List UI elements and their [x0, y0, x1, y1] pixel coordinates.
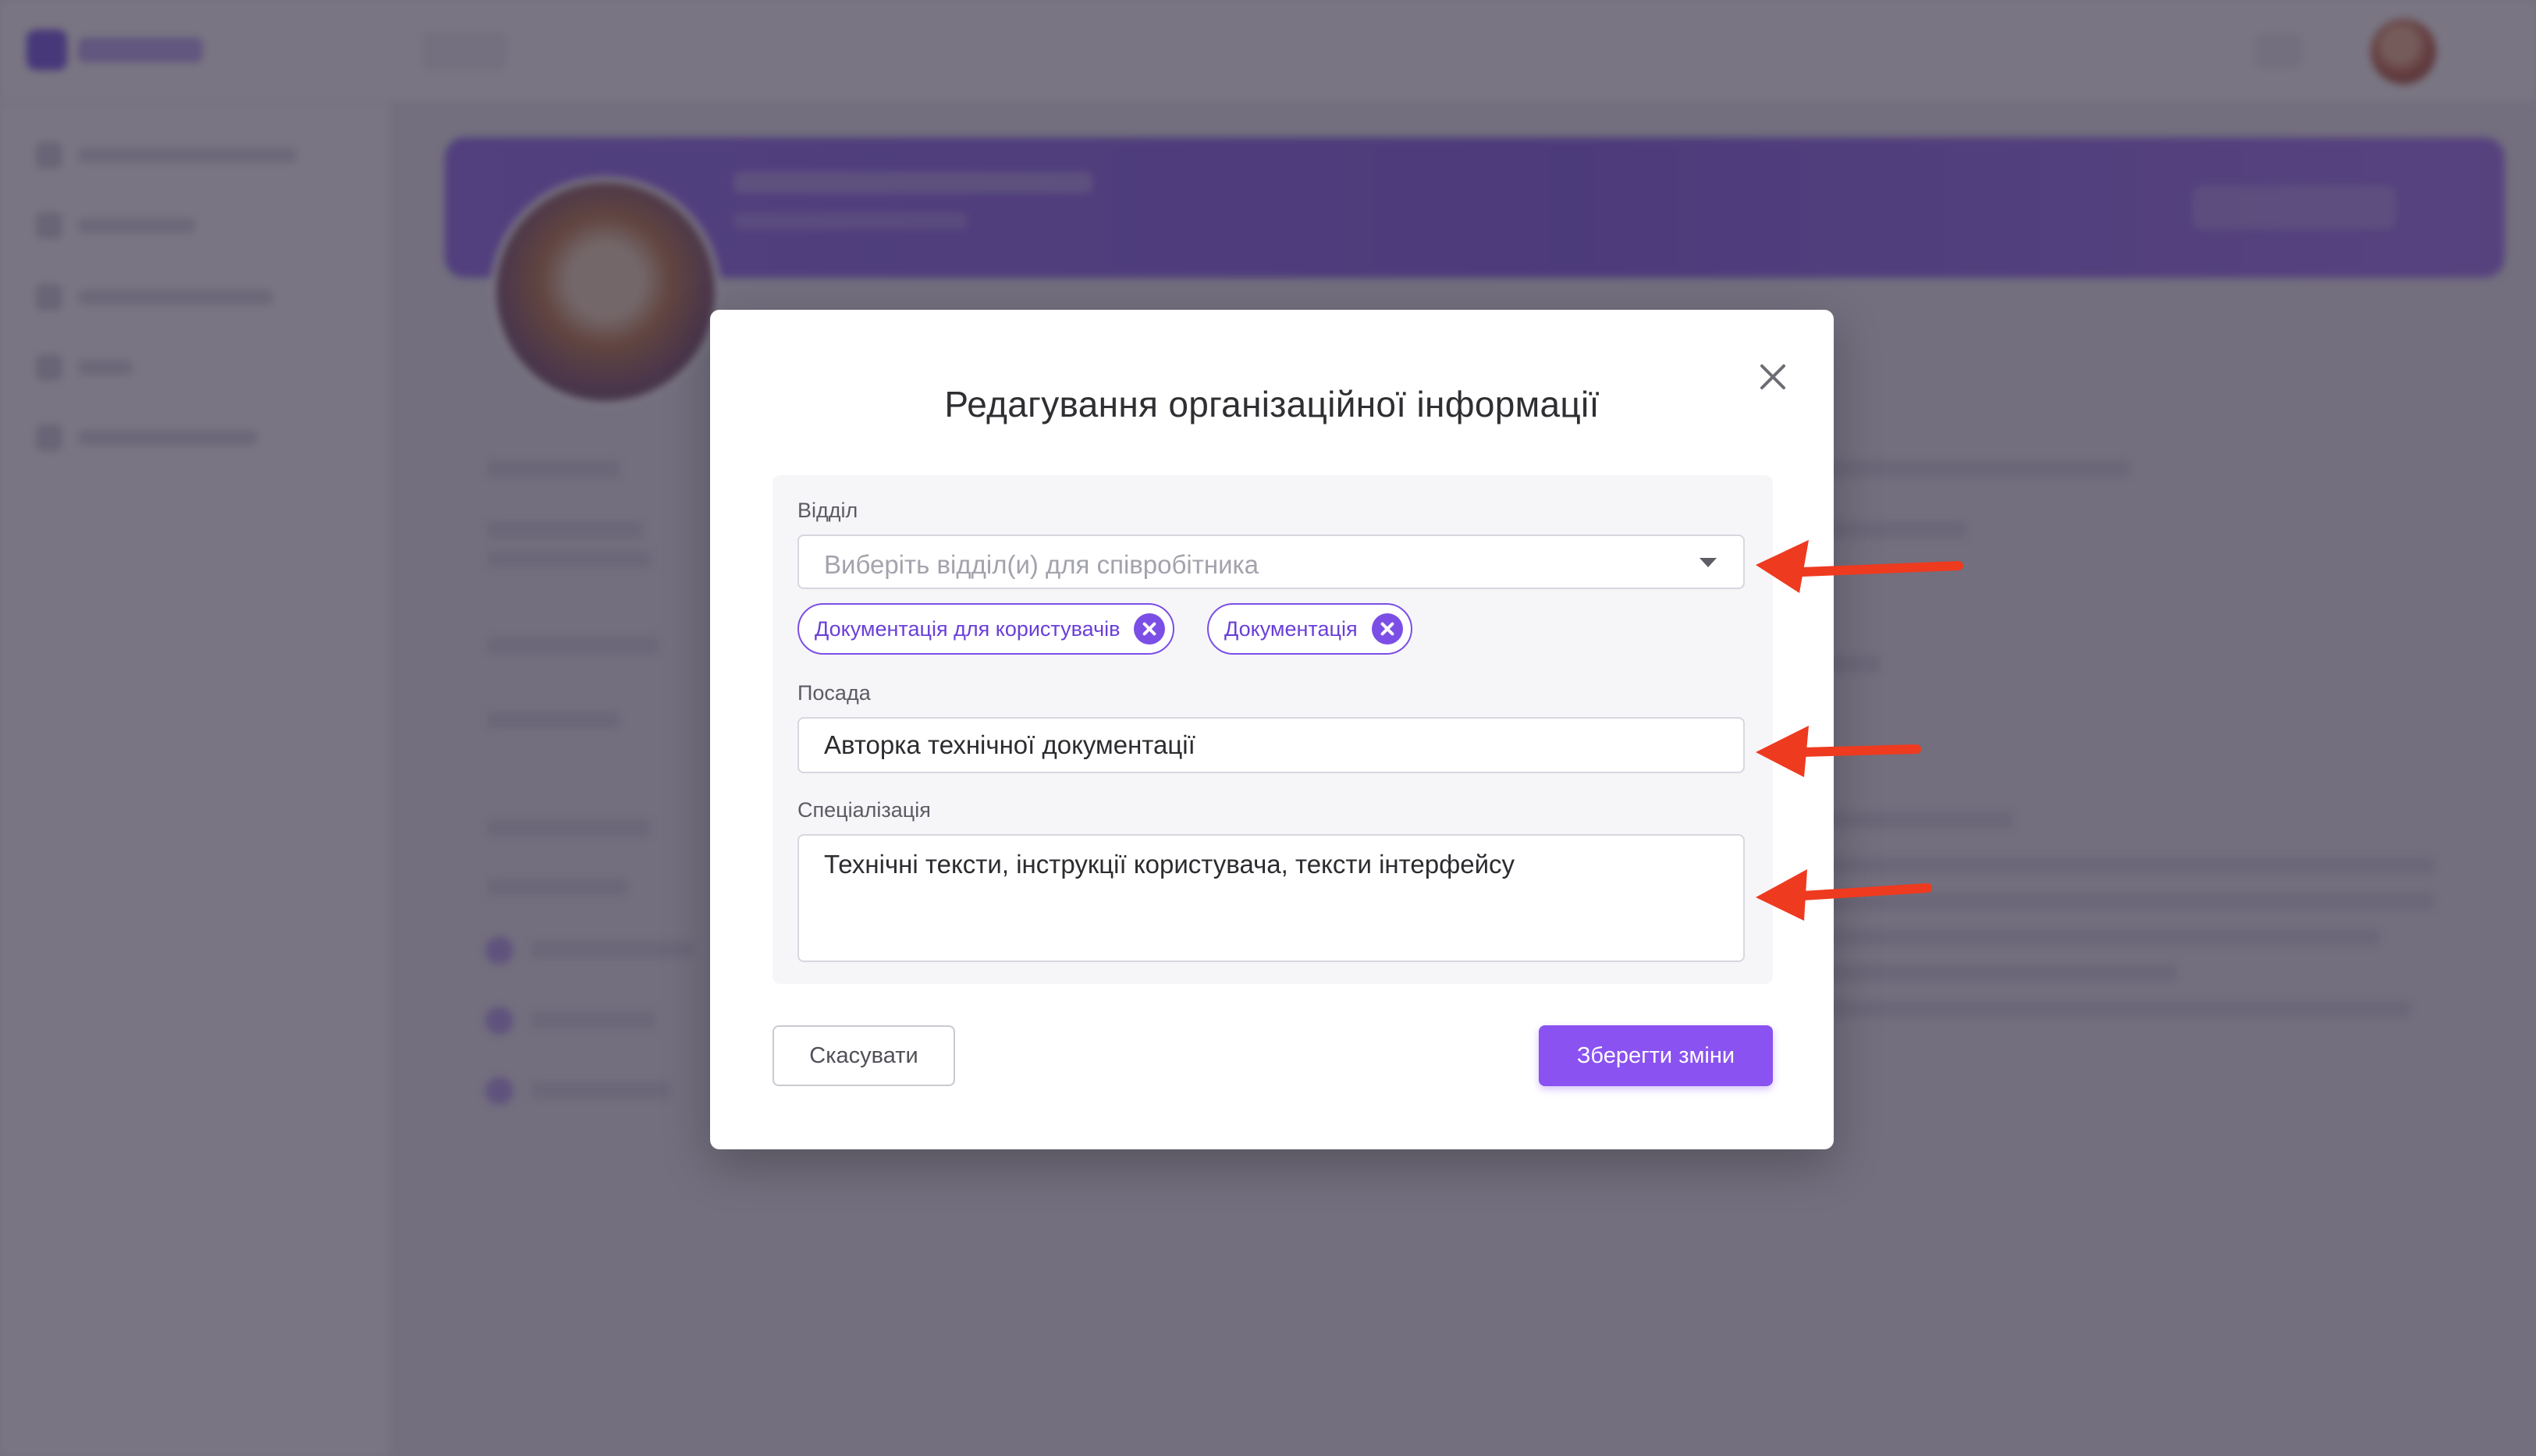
department-select-placeholder: Виберіть відділ(и) для співробітника: [824, 550, 1259, 579]
specialization-textarea[interactable]: Технічні тексти, інструкції користувача,…: [797, 834, 1745, 962]
department-tag-label: Документація: [1224, 616, 1358, 641]
chevron-down-icon: [1700, 558, 1717, 567]
form-panel: Відділ Виберіть відділ(и) для співробітн…: [773, 475, 1773, 984]
department-tag: Документація для користувачів: [797, 603, 1175, 655]
position-input[interactable]: [797, 717, 1745, 773]
department-tag: Документація: [1207, 603, 1412, 655]
cancel-button[interactable]: Скасувати: [773, 1025, 955, 1086]
department-label: Відділ: [797, 499, 858, 522]
department-select[interactable]: Виберіть відділ(и) для співробітника: [797, 534, 1745, 589]
remove-tag-icon[interactable]: [1134, 613, 1166, 645]
position-label: Посада: [797, 681, 871, 705]
save-changes-button[interactable]: Зберегти зміни: [1539, 1025, 1773, 1086]
department-tag-label: Документація для користувачів: [815, 616, 1121, 641]
edit-org-info-modal: Редагування організаційної інформації Ві…: [710, 310, 1834, 1149]
specialization-label: Спеціалізація: [797, 798, 931, 822]
remove-tag-icon[interactable]: [1371, 613, 1403, 645]
modal-title: Редагування організаційної інформації: [944, 384, 1600, 424]
